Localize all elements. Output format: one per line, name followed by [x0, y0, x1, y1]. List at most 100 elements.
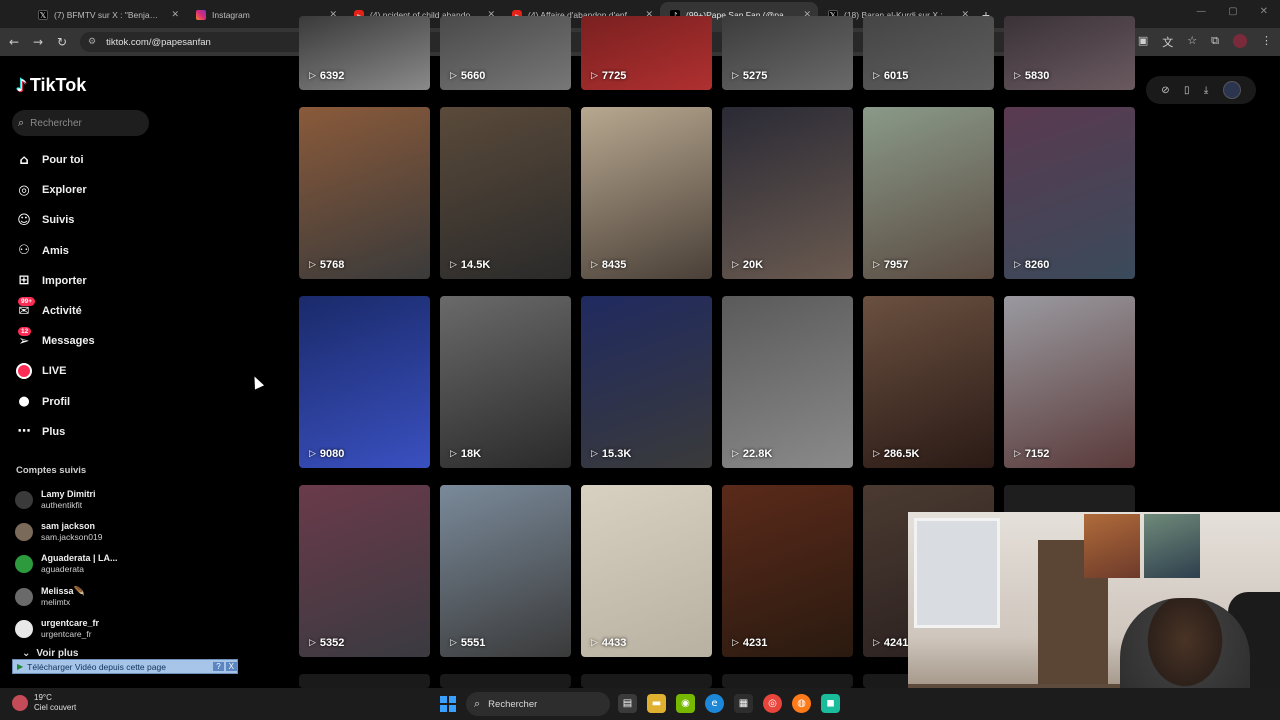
- followed-account[interactable]: urgentcare_fr urgentcare_fr: [0, 613, 270, 645]
- nav-item-activity[interactable]: ✉ 99+ Activité: [0, 296, 270, 326]
- install-icon[interactable]: ▣: [1138, 34, 1148, 50]
- nav-item-upload[interactable]: ⊞ Importer: [0, 266, 270, 296]
- video-thumbnail[interactable]: ▷ 4433: [581, 485, 712, 657]
- video-thumbnail[interactable]: ▷ 6392: [299, 16, 430, 90]
- following-section-title: Comptes suivis: [16, 465, 87, 476]
- play-icon: ▷: [732, 71, 739, 81]
- nvidia-icon[interactable]: ◉: [676, 694, 695, 713]
- account-name: Melissa🪶: [41, 585, 85, 596]
- tiktok-sidebar: ♪ TikTok ⌕ Rechercher ⌂ Pour toi ◎ Explorer…: [0, 56, 270, 688]
- account-username: authentikfit: [41, 500, 83, 511]
- video-thumbnail[interactable]: ▷ 5352: [299, 485, 430, 657]
- explore-icon[interactable]: ⊘: [1161, 85, 1169, 96]
- video-thumbnail[interactable]: ▷ 18K: [440, 296, 571, 468]
- play-icon: ▷: [732, 449, 739, 459]
- firefox-icon[interactable]: ◍: [792, 694, 811, 713]
- nav-item-following[interactable]: ☺ Suivis: [0, 205, 270, 235]
- back-icon[interactable]: ←: [2, 35, 26, 49]
- site-info-icon[interactable]: ⚙: [88, 37, 96, 47]
- maximize-icon[interactable]: ▢: [1228, 6, 1237, 17]
- avatar: [15, 523, 33, 542]
- video-thumbnail[interactable]: ▷ 5660: [440, 16, 571, 90]
- account-name: Lamy Dimitri: [41, 489, 96, 500]
- video-thumbnail[interactable]: [299, 674, 430, 688]
- store-icon[interactable]: ▦: [734, 694, 753, 713]
- translate-icon[interactable]: 文: [1162, 34, 1173, 50]
- browser-toolbar: ▣ 文 ☆ ⧉ ⋮: [1138, 34, 1272, 50]
- activity-icon: ✉ 99+: [16, 297, 36, 319]
- close-window-icon[interactable]: ✕: [1260, 6, 1268, 17]
- video-thumbnail[interactable]: ▷ 20K: [722, 107, 853, 279]
- close-tab-icon[interactable]: ✕: [171, 10, 179, 20]
- profile-avatar[interactable]: [1233, 34, 1247, 48]
- download-help-button[interactable]: ?: [213, 662, 224, 671]
- nav-item-more[interactable]: ⋯ Plus: [0, 417, 270, 447]
- see-more-button[interactable]: ⌄ Voir plus: [22, 648, 78, 659]
- app-icon[interactable]: ◼: [821, 694, 840, 713]
- search-input[interactable]: ⌕ Rechercher: [12, 110, 149, 136]
- extensions-icon[interactable]: ⧉: [1211, 34, 1219, 50]
- followed-account[interactable]: sam jackson sam.jackson019: [0, 516, 270, 548]
- followed-account[interactable]: Lamy Dimitri authentikfit: [0, 484, 270, 516]
- nav-item-label: Pour toi: [42, 154, 84, 167]
- nav-item-messages[interactable]: ➢ 12 Messages: [0, 326, 270, 356]
- view-count-value: 18K: [460, 448, 482, 460]
- video-thumbnail[interactable]: ▷ 7152: [1004, 296, 1135, 468]
- search-icon: ⌕: [474, 697, 481, 710]
- video-thumbnail[interactable]: ▷ 7957: [863, 107, 994, 279]
- minimize-icon[interactable]: —: [1196, 6, 1206, 17]
- task-view-icon[interactable]: ▤: [618, 694, 637, 713]
- video-thumbnail[interactable]: ▷ 14.5K: [440, 107, 571, 279]
- video-thumbnail[interactable]: [722, 674, 853, 688]
- menu-icon[interactable]: ⋮: [1261, 34, 1272, 50]
- user-avatar[interactable]: [1222, 81, 1241, 99]
- bookmark-star-icon[interactable]: ☆: [1187, 34, 1197, 50]
- browser-tab[interactable]: 𝕏 (7) BFMTV sur X : "Benjamin Ne ✕: [28, 2, 186, 28]
- video-thumbnail[interactable]: ▷ 6015: [863, 16, 994, 90]
- nav-item-home[interactable]: ⌂ Pour toi: [0, 145, 270, 175]
- account-username: melimtx: [41, 596, 71, 607]
- download-close-button[interactable]: X: [225, 662, 237, 671]
- nav-item-friends[interactable]: ⚇ Amis: [0, 236, 270, 266]
- upload-icon: ⊞: [18, 273, 30, 289]
- tiktok-logo[interactable]: ♪ TikTok: [16, 75, 86, 96]
- device-icon[interactable]: ▯: [1184, 85, 1190, 96]
- play-icon: ▷: [873, 449, 880, 459]
- reload-icon[interactable]: ↻: [50, 35, 74, 49]
- download-icon[interactable]: ⤓: [1204, 85, 1208, 96]
- followed-account[interactable]: Melissa🪶 melimtx: [0, 581, 270, 613]
- video-thumbnail[interactable]: [581, 674, 712, 688]
- nav-item-profile[interactable]: ● Profil: [0, 387, 270, 417]
- video-thumbnail[interactable]: ▷ 4231: [722, 485, 853, 657]
- taskbar-search-input[interactable]: ⌕ Rechercher: [466, 692, 610, 716]
- video-thumbnail[interactable]: ▷ 5275: [722, 16, 853, 90]
- video-thumbnail[interactable]: ▷ 5830: [1004, 16, 1135, 90]
- nav-item-live[interactable]: LIVE: [0, 356, 270, 386]
- windows-start-icon[interactable]: [440, 696, 456, 712]
- video-thumbnail[interactable]: ▷ 8435: [581, 107, 712, 279]
- video-thumbnail[interactable]: ▷ 5768: [299, 107, 430, 279]
- view-count-value: 5275: [742, 70, 768, 82]
- logo-text: TikTok: [29, 75, 87, 95]
- video-thumbnail[interactable]: ▷ 5551: [440, 485, 571, 657]
- chrome-icon[interactable]: ◎: [763, 694, 782, 713]
- video-thumbnail[interactable]: ▷ 15.3K: [581, 296, 712, 468]
- video-thumbnail[interactable]: ▷ 286.5K: [863, 296, 994, 468]
- edge-icon[interactable]: e: [705, 694, 724, 713]
- video-thumbnail[interactable]: ▷ 8260: [1004, 107, 1135, 279]
- video-thumbnail[interactable]: ▷ 7725: [581, 16, 712, 90]
- weather-widget[interactable]: 19°C Ciel couvert: [12, 693, 76, 713]
- play-icon: ▷: [309, 260, 316, 270]
- download-video-bar[interactable]: ▶ Télécharger Vidéo depuis cette page ? …: [12, 659, 238, 674]
- file-explorer-icon[interactable]: ▬: [647, 694, 666, 713]
- video-thumbnail[interactable]: [440, 674, 571, 688]
- nav-item-compass[interactable]: ◎ Explorer: [0, 175, 270, 205]
- view-count: ▷ 5352: [309, 637, 344, 649]
- video-thumbnail[interactable]: ▷ 22.8K: [722, 296, 853, 468]
- followed-account[interactable]: Aguaderata | LA... aguaderata: [0, 548, 270, 580]
- forward-icon[interactable]: →: [26, 35, 50, 49]
- play-icon: ▷: [450, 71, 457, 81]
- play-icon: ▷: [591, 260, 598, 270]
- view-count: ▷ 8435: [591, 259, 626, 271]
- video-thumbnail[interactable]: ▷ 9080: [299, 296, 430, 468]
